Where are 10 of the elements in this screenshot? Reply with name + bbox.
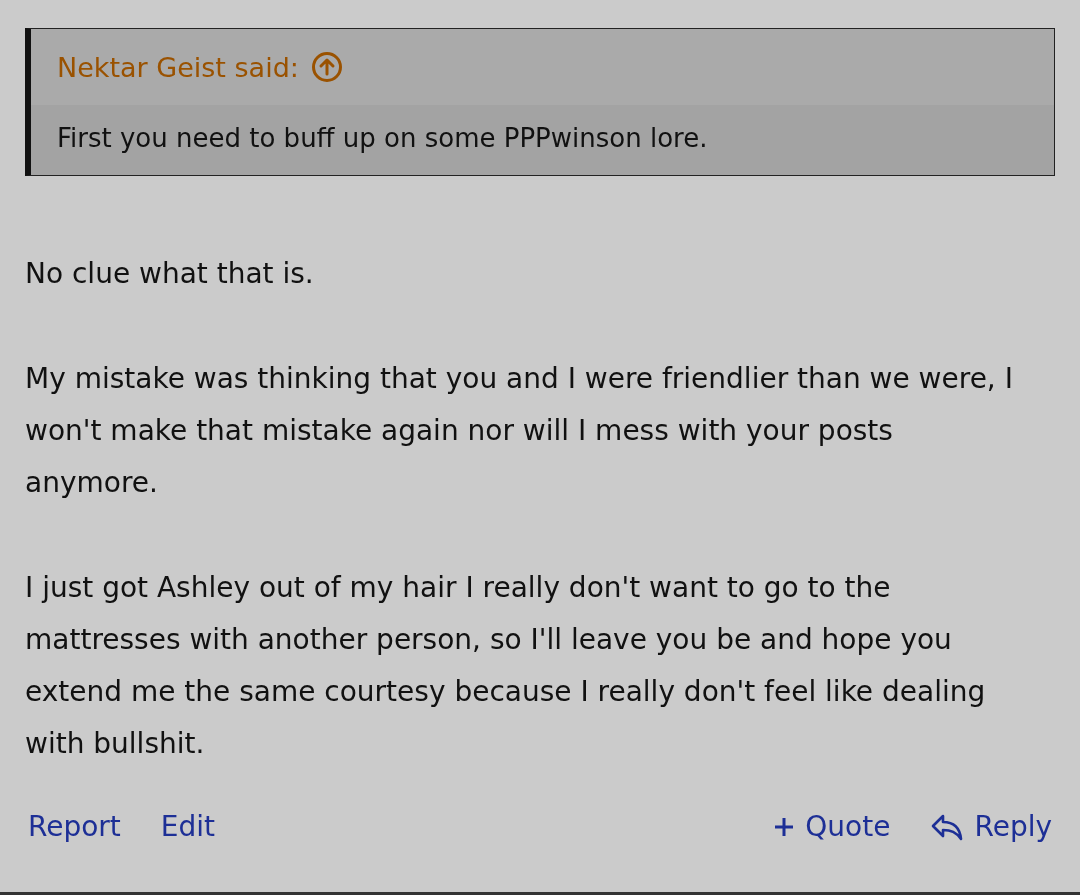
action-link[interactable]: Edit bbox=[160, 810, 216, 843]
post-paragraph: No clue what that is. bbox=[25, 256, 315, 292]
post-paragraph: I just got Ashley out of my hair I really don't want to go to the mattresses with another person, so I'll leave you be and hope you extend me the same courtesy because I really don't feel like dealing with bullshit. bbox=[25, 570, 987, 762]
reply-link[interactable]: Reply bbox=[930, 810, 1052, 843]
action-link[interactable]: Report bbox=[28, 810, 121, 843]
post-paragraph: My mistake was thinking that you and I were friendlier than we were, I won't make that mistake again nor will I mess with your posts anymore. bbox=[25, 361, 1014, 501]
plus-icon bbox=[773, 815, 796, 838]
quote-text: First you need to buff up on some PPPwinson lore. bbox=[57, 123, 708, 153]
arrow-up-circle-icon[interactable] bbox=[310, 51, 343, 83]
quote-link[interactable]: Quote bbox=[773, 810, 891, 843]
